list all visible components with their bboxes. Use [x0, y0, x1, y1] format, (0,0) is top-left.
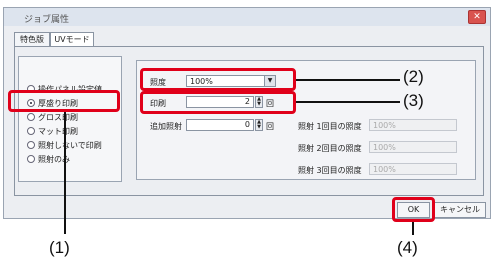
highlight-ok: [392, 197, 435, 222]
dialog-title: ジョブ属性: [24, 15, 70, 25]
callout-3-line: [296, 101, 400, 103]
callout-4-line: [412, 222, 414, 235]
highlight-print: [140, 91, 296, 114]
callout-1-line: [64, 112, 66, 234]
radio-matte-print[interactable]: マット印刷: [27, 126, 78, 138]
radio-icon: [27, 127, 35, 135]
title-bar: ジョブ属性 ✕: [4, 8, 490, 26]
irradiation-2-label: 照射 2回目の照度: [298, 144, 362, 153]
radio-icon: [27, 141, 35, 149]
extra-irradiation-input[interactable]: 0: [186, 119, 254, 131]
callout-2: (2): [403, 67, 424, 86]
irradiation-3-value: 100%: [373, 165, 396, 174]
callout-2-line: [296, 79, 400, 81]
radio-icon: [27, 113, 35, 121]
tab-spot-color[interactable]: 特色版: [14, 32, 50, 46]
highlight-thick-print: [8, 90, 120, 112]
cancel-button[interactable]: キャンセル: [434, 202, 486, 218]
callout-1: (1): [49, 238, 70, 257]
extra-irradiation-label: 追加照射: [150, 122, 182, 131]
callout-3: (3): [403, 91, 424, 110]
extra-irradiation-stepper[interactable]: ▲ ▼: [255, 119, 263, 131]
mode-radio-group: 操作パネル設定値 厚盛り印刷 グロス印刷 マット印刷 照射しないで印刷 照射のみ: [18, 56, 122, 182]
close-button[interactable]: ✕: [468, 10, 486, 24]
callout-4: (4): [397, 238, 418, 257]
highlight-illuminance: [140, 68, 296, 91]
radio-icon: [27, 155, 35, 163]
extra-irradiation-unit: 回: [266, 122, 274, 131]
tab-uv-mode[interactable]: UVモード: [50, 32, 94, 46]
irradiation-1-select: 100%: [369, 119, 457, 131]
irradiation-3-label: 照射 3回目の照度: [298, 166, 362, 175]
radio-gloss-print[interactable]: グロス印刷: [27, 112, 78, 124]
irradiation-2-value: 100%: [373, 143, 396, 152]
irradiation-1-value: 100%: [373, 121, 396, 130]
irradiation-2-select: 100%: [369, 141, 457, 153]
irradiation-3-select: 100%: [369, 163, 457, 175]
irradiation-1-label: 照射 1回目の照度: [298, 122, 362, 131]
